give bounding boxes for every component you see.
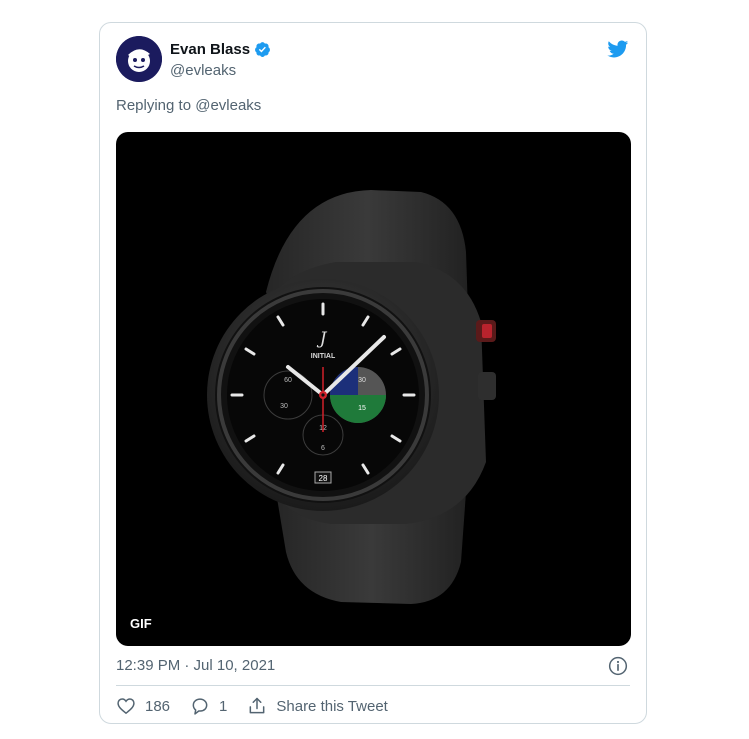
tweet-media-gif[interactable]: J INITIAL 60 30 30 15 12 6 28 GIF bbox=[116, 132, 631, 646]
tweet-actions: 186 1 Share this Tweet bbox=[116, 696, 388, 716]
reply-button[interactable]: 1 bbox=[190, 696, 227, 716]
verified-badge-icon bbox=[255, 42, 270, 57]
heart-icon bbox=[117, 698, 135, 715]
author-display-name[interactable]: Evan Blass bbox=[170, 41, 250, 58]
author-avatar[interactable] bbox=[116, 36, 162, 82]
subdial-label: 15 bbox=[358, 405, 366, 412]
gif-badge: GIF bbox=[130, 616, 152, 631]
replying-to-mention[interactable]: @evleaks bbox=[195, 97, 261, 114]
subdial-label: 60 bbox=[284, 377, 292, 384]
smartwatch-illustration: J INITIAL 60 30 30 15 12 6 28 bbox=[207, 190, 496, 604]
date-window: 28 bbox=[319, 474, 328, 483]
info-icon[interactable] bbox=[608, 656, 628, 676]
tweet-timestamp[interactable]: 12:39 PM · Jul 10, 2021 bbox=[116, 657, 275, 674]
twitter-bird-icon[interactable] bbox=[605, 38, 630, 60]
like-button[interactable]: 186 bbox=[116, 696, 170, 716]
subdial-label: 30 bbox=[358, 377, 366, 384]
subdial-label: 30 bbox=[280, 403, 288, 410]
author-name-row[interactable]: Evan Blass bbox=[170, 41, 271, 58]
share-button[interactable]: Share this Tweet bbox=[247, 696, 388, 716]
reply-count: 1 bbox=[219, 697, 228, 715]
subdial-label: 6 bbox=[321, 445, 325, 452]
share-icon bbox=[249, 697, 265, 714]
watch-brand-label: INITIAL bbox=[311, 353, 336, 360]
author-handle[interactable]: @evleaks bbox=[170, 62, 236, 79]
reply-icon bbox=[192, 698, 208, 715]
divider bbox=[116, 685, 630, 686]
replying-to-prefix: Replying to bbox=[116, 97, 192, 114]
share-label: Share this Tweet bbox=[276, 697, 388, 715]
replying-to-line: Replying to @evleaks bbox=[116, 97, 261, 114]
tweet-card: Evan Blass @evleaks Replying to @evleaks bbox=[99, 22, 647, 724]
like-count: 186 bbox=[145, 697, 171, 715]
